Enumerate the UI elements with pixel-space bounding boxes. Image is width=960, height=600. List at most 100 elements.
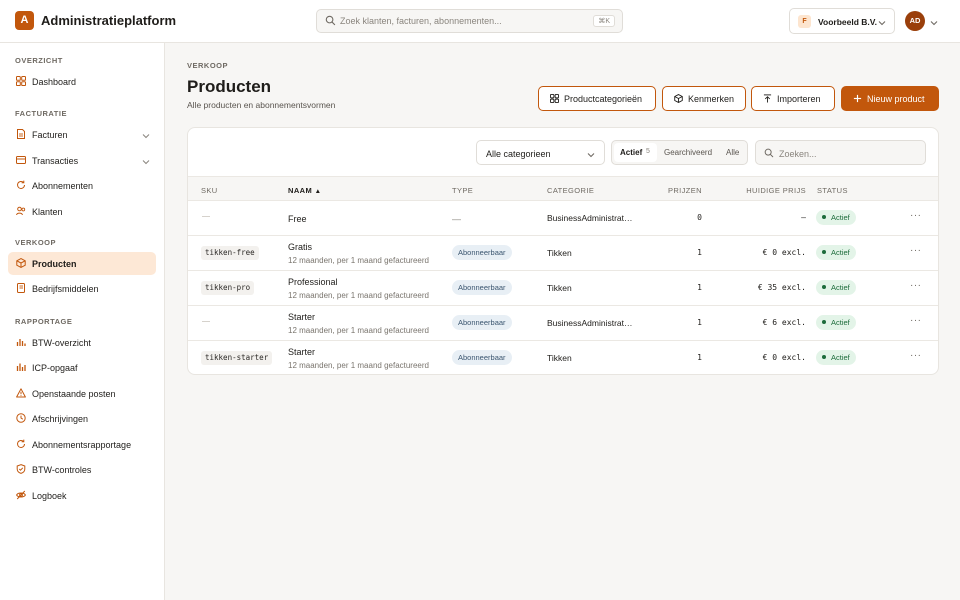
app-logo[interactable]: A — [15, 11, 34, 30]
shield-icon — [16, 464, 26, 474]
table-row[interactable]: tikken-starter Starter 12 maanden, per 1… — [188, 341, 938, 374]
column-header-category[interactable]: CATEGORIE — [547, 186, 594, 195]
product-description: 12 maanden, per 1 maand gefactureerd — [288, 326, 429, 335]
product-description: 12 maanden, per 1 maand gefactureerd — [288, 256, 429, 265]
sidebar-item-openstaande-posten[interactable]: Openstaande posten — [8, 382, 156, 405]
button-label: Nieuw product — [867, 94, 925, 104]
column-header-status[interactable]: STATUS — [817, 186, 848, 195]
sidebar-item-facturen[interactable]: Facturen — [8, 123, 156, 146]
product-sku: tikken-free — [201, 246, 259, 260]
sidebar-item-label: Klanten — [32, 207, 63, 217]
sidebar-item-bedrijfsmiddelen[interactable]: Bedrijfsmiddelen — [8, 277, 156, 300]
more-actions-icon[interactable]: ··· — [910, 280, 922, 291]
sidebar-item-abonnementen[interactable]: Abonnementen — [8, 174, 156, 197]
sidebar-item-label: Bedrijfsmiddelen — [32, 284, 99, 294]
more-actions-icon[interactable]: ··· — [910, 245, 922, 256]
card-icon — [16, 155, 26, 165]
product-category: Tikken — [547, 353, 572, 363]
product-name[interactable]: Starter — [288, 312, 315, 322]
product-name[interactable]: Professional — [288, 277, 338, 287]
import-button[interactable]: Importeren — [751, 86, 835, 111]
warning-icon — [16, 388, 26, 398]
app-title[interactable]: Administratieplatform — [41, 13, 176, 28]
status-dot — [822, 320, 826, 325]
more-actions-icon[interactable]: ··· — [910, 210, 922, 221]
sidebar-item-label: Abonnementsrapportage — [32, 440, 132, 450]
sidebar-item-label: Abonnementen — [32, 181, 94, 191]
table-search-input[interactable]: Zoeken... — [755, 140, 926, 165]
product-price-count: 0 — [697, 213, 702, 222]
button-label: Kenmerken — [688, 94, 735, 104]
product-sku: tikken-pro — [201, 281, 255, 295]
chevron-down-icon[interactable] — [142, 157, 150, 167]
sidebar-item-label: Transacties — [32, 156, 79, 166]
segment-active[interactable]: Actief 5 — [614, 143, 657, 162]
upload-icon — [763, 94, 772, 105]
column-header-prices[interactable]: PRIJZEN — [628, 186, 702, 195]
global-search-input[interactable]: Zoek klanten, facturen, abonnementen... … — [316, 9, 623, 33]
sidebar-section-title: VERKOOP — [15, 238, 57, 247]
segment-archived[interactable]: Gearchiveerd — [664, 148, 712, 157]
sidebar-item-btw-overzicht[interactable]: BTW-overzicht — [8, 331, 156, 354]
segment-count: 5 — [646, 148, 650, 155]
product-sku: tikken-starter — [201, 351, 273, 365]
sidebar-item-label: Logboek — [32, 491, 67, 501]
chevron-down-icon[interactable] — [930, 18, 938, 28]
new-product-button[interactable]: Nieuw product — [841, 86, 939, 111]
top-bar: A Administratieplatform Zoek klanten, fa… — [0, 0, 960, 43]
eye-off-icon — [16, 490, 26, 500]
sidebar-item-klanten[interactable]: Klanten — [8, 200, 156, 223]
status-dot — [822, 285, 826, 290]
empty-sku — [202, 321, 210, 322]
product-name[interactable]: Gratis — [288, 242, 312, 252]
status-label: Actief — [831, 248, 850, 257]
breadcrumb: VERKOOP — [187, 61, 229, 70]
column-header-type[interactable]: TYPE — [452, 186, 473, 195]
column-header-current-price[interactable]: HUIDIGE PRIJS — [708, 186, 806, 195]
more-actions-icon[interactable]: ··· — [910, 315, 922, 326]
category-select[interactable]: Alle categorieen — [476, 140, 605, 165]
product-current-price: € 6 excl. — [762, 318, 806, 327]
sidebar-item-icp-opgaaf[interactable]: ICP-opgaaf — [8, 356, 156, 379]
status-badge: Actief — [816, 280, 856, 295]
product-type-badge: Abonneerbaar — [452, 315, 512, 330]
sidebar-section-title: RAPPORTAGE — [15, 317, 73, 326]
column-header-sku[interactable]: SKU — [201, 186, 218, 195]
table-row[interactable]: tikken-pro Professional 12 maanden, per … — [188, 271, 938, 306]
product-category: Tikken — [547, 283, 572, 293]
product-type: — — [452, 214, 461, 224]
segment-all[interactable]: Alle — [726, 148, 739, 157]
status-dot — [822, 355, 826, 360]
sidebar-item-transacties[interactable]: Transacties — [8, 149, 156, 172]
column-header-name[interactable]: NAAM ▲ — [288, 186, 321, 195]
product-current-price: € 0 excl. — [762, 353, 806, 362]
product-name[interactable]: Free — [288, 214, 307, 224]
sidebar-item-btw-controles[interactable]: BTW-controles — [8, 458, 156, 481]
column-header-label: NAAM — [288, 186, 313, 195]
product-name[interactable]: Starter — [288, 347, 315, 357]
search-placeholder: Zoeken... — [779, 149, 817, 159]
sidebar-item-label: Facturen — [32, 130, 68, 140]
product-current-price: € 35 excl. — [757, 283, 806, 292]
sidebar-item-afschrijvingen[interactable]: Afschrijvingen — [8, 407, 156, 430]
table-row[interactable]: Starter 12 maanden, per 1 maand gefactur… — [188, 306, 938, 341]
user-avatar[interactable]: AD — [905, 11, 925, 31]
product-categories-button[interactable]: Productcategorieën — [538, 86, 656, 111]
sidebar-item-abonnementsrapportage[interactable]: Abonnementsrapportage — [8, 433, 156, 456]
product-price-count: 1 — [697, 248, 702, 257]
table-row[interactable]: Free — BusinessAdministrat… 0 — Actief ·… — [188, 201, 938, 236]
sidebar-section-title: OVERZICHT — [15, 56, 63, 65]
sidebar-item-dashboard[interactable]: Dashboard — [8, 70, 156, 93]
search-placeholder: Zoek klanten, facturen, abonnementen... — [340, 16, 502, 26]
chevron-down-icon — [587, 150, 595, 160]
refresh-icon — [16, 439, 26, 449]
sidebar-item-producten[interactable]: Producten — [8, 252, 156, 275]
table-row[interactable]: tikken-free Gratis 12 maanden, per 1 maa… — [188, 236, 938, 271]
features-button[interactable]: Kenmerken — [662, 86, 746, 111]
org-name: Voorbeeld B.V. — [818, 17, 878, 27]
more-actions-icon[interactable]: ··· — [910, 350, 922, 361]
sidebar-item-logboek[interactable]: Logboek — [8, 484, 156, 507]
organization-switcher[interactable]: F Voorbeeld B.V. — [789, 8, 895, 34]
chevron-down-icon[interactable] — [142, 131, 150, 141]
search-shortcut: ⌘K — [593, 15, 615, 27]
